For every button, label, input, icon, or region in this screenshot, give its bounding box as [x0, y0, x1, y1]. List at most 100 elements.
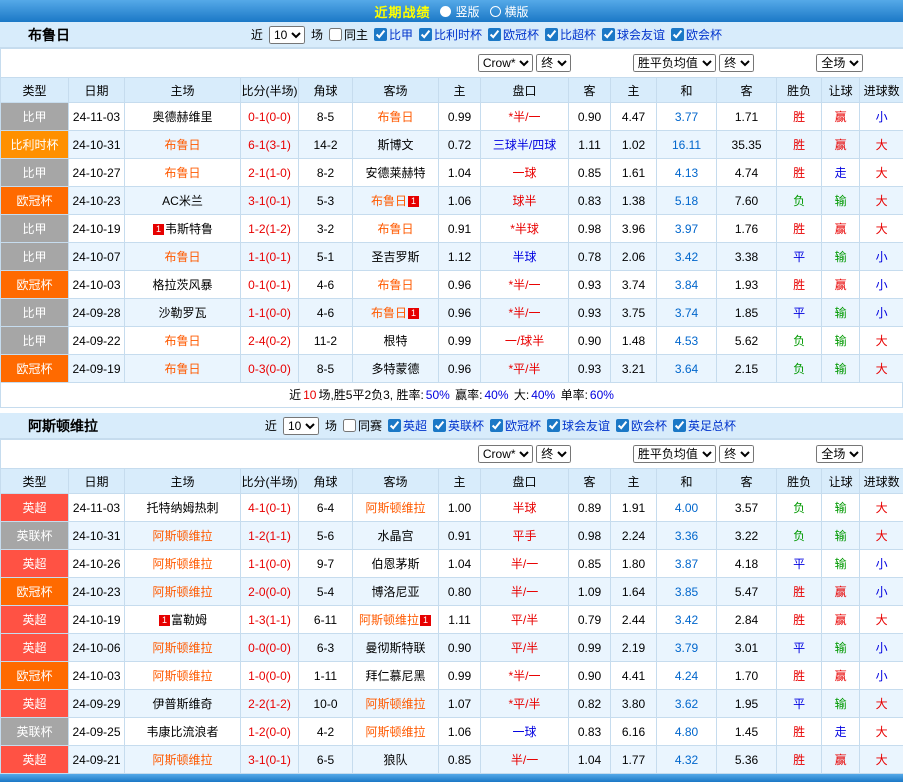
league-checkbox[interactable]: [673, 419, 686, 432]
avg-final-select[interactable]: 终: [719, 445, 754, 463]
league-filter[interactable]: 英联杯: [433, 417, 484, 434]
league-filter[interactable]: 欧会杯: [671, 26, 722, 43]
avg-odds-select[interactable]: 胜平负均值: [633, 445, 716, 463]
matches-label: 场: [311, 26, 323, 43]
record-summary: 近10场,胜5平2负3, 胜率:50% 赢率:40% 大:40% 单率:60%: [0, 383, 903, 408]
handicap-line: *半/一: [481, 103, 569, 131]
match-date: 24-09-19: [69, 355, 125, 383]
away-team-name: 布鲁日: [378, 278, 414, 292]
league-filter[interactable]: 比甲: [374, 26, 413, 43]
away-team: 圣吉罗斯: [353, 243, 439, 271]
match-row: 欧冠杯24-10-23阿斯顿维拉2-0(0-0)5-4博洛尼亚0.80半/一1.…: [1, 578, 903, 606]
match-row: 欧冠杯24-10-03阿斯顿维拉1-0(0-0)1-11拜仁慕尼黑0.99*半/…: [1, 662, 903, 690]
recent-count-select[interactable]: 10: [283, 417, 319, 435]
league-checkbox[interactable]: [374, 28, 387, 41]
away-team-name: 曼彻斯特联: [366, 641, 426, 655]
same-home-checkbox[interactable]: [329, 28, 342, 41]
league-checkbox[interactable]: [388, 419, 401, 432]
home-team-name: 韦康比流浪者: [146, 725, 218, 739]
avg-odds-select[interactable]: 胜平负均值: [633, 54, 716, 72]
league-checkbox[interactable]: [490, 419, 503, 432]
scope-select[interactable]: 全场: [816, 445, 863, 463]
match-result: 胜: [777, 271, 822, 299]
league-checkbox[interactable]: [602, 28, 615, 41]
avg-away-odds: 1.85: [717, 299, 777, 327]
match-result: 胜: [777, 131, 822, 159]
league-checkbox[interactable]: [433, 419, 446, 432]
home-odds: 0.96: [439, 299, 481, 327]
scope-select[interactable]: 全场: [816, 54, 863, 72]
matches-body: 比甲24-11-03奥德赫维里0-1(0-0)8-5布鲁日0.99*半/一0.9…: [1, 103, 903, 383]
league-label: 球会友谊: [617, 26, 665, 43]
match-result: 负: [777, 187, 822, 215]
odds-company-select[interactable]: Crow*: [478, 445, 533, 463]
layout-option-horizontal[interactable]: 横版: [490, 3, 529, 20]
home-team-name: 阿斯顿维拉: [152, 557, 212, 571]
league-filter[interactable]: 球会友谊: [602, 26, 665, 43]
league-filter[interactable]: 球会友谊: [547, 417, 610, 434]
avg-controls: 胜平负均值 终: [611, 440, 777, 469]
league-filter[interactable]: 比超杯: [545, 26, 596, 43]
league-checkbox[interactable]: [671, 28, 684, 41]
match-result: 负: [777, 522, 822, 550]
match-result: 平: [777, 690, 822, 718]
match-row: 比甲24-09-22布鲁日2-4(0-2)11-2根特0.99一/球半0.901…: [1, 327, 903, 355]
league-filters: 英超英联杯欧冠杯球会友谊欧会杯英足总杯: [388, 417, 736, 434]
away-odds: 0.78: [569, 243, 611, 271]
recent-count-select[interactable]: 10: [269, 26, 305, 44]
home-team: 阿斯顿维拉: [125, 522, 241, 550]
handicap-result: 赢: [822, 103, 860, 131]
matches-table: Crow* 终 胜平负均值 终 全场 类型 日期 主场 比分(半场) 角球 客场…: [0, 439, 903, 774]
layout-option-vertical[interactable]: 竖版: [440, 3, 479, 20]
recent-label: 近: [265, 417, 277, 434]
match-result: 胜: [777, 578, 822, 606]
handicap-result: 走: [822, 159, 860, 187]
league-checkbox[interactable]: [419, 28, 432, 41]
match-score: 4-1(0-1): [241, 494, 299, 522]
home-odds: 0.91: [439, 522, 481, 550]
top-title-bar: 近期战绩 竖版 横版: [0, 0, 903, 22]
league-checkbox[interactable]: [545, 28, 558, 41]
match-score: 2-4(0-2): [241, 327, 299, 355]
goals-result: 小: [860, 578, 903, 606]
red-card-badge: 1: [159, 615, 170, 626]
handicap-final-select[interactable]: 终: [536, 445, 571, 463]
goals-result: 大: [860, 215, 903, 243]
col-date: 日期: [69, 469, 125, 494]
match-score: 1-1(0-0): [241, 550, 299, 578]
handicap-final-select[interactable]: 终: [536, 54, 571, 72]
handicap-line: 半/一: [481, 746, 569, 774]
league-filter[interactable]: 英超: [388, 417, 427, 434]
same-competition-filter[interactable]: 同赛: [343, 417, 382, 434]
same-home-filter[interactable]: 同主: [329, 26, 368, 43]
avg-final-select[interactable]: 终: [719, 54, 754, 72]
summary-segment: 赢率:: [452, 388, 483, 402]
corner-score: 5-1: [299, 243, 353, 271]
home-team-name: 布鲁日: [164, 334, 200, 348]
league-type: 英联杯: [1, 718, 69, 746]
away-odds: 1.11: [569, 131, 611, 159]
odds-company-select[interactable]: Crow*: [478, 54, 533, 72]
league-filter[interactable]: 英足总杯: [673, 417, 736, 434]
corner-score: 6-11: [299, 606, 353, 634]
red-card-badge: 1: [408, 308, 419, 319]
avg-away-odds: 5.36: [717, 746, 777, 774]
corner-score: 6-3: [299, 634, 353, 662]
red-card-badge: 1: [153, 224, 164, 235]
handicap-line: 平手: [481, 522, 569, 550]
league-checkbox[interactable]: [616, 419, 629, 432]
match-score: 1-1(0-1): [241, 243, 299, 271]
same-competition-checkbox[interactable]: [343, 419, 356, 432]
league-filter[interactable]: 欧冠杯: [490, 417, 541, 434]
goals-result: 大: [860, 159, 903, 187]
league-filter[interactable]: 欧会杯: [616, 417, 667, 434]
league-filter[interactable]: 欧冠杯: [488, 26, 539, 43]
avg-home-odds: 1.02: [611, 131, 657, 159]
league-filter[interactable]: 比利时杯: [419, 26, 482, 43]
match-score: 2-0(0-0): [241, 578, 299, 606]
home-odds: 0.72: [439, 131, 481, 159]
home-team: 阿斯顿维拉: [125, 634, 241, 662]
league-checkbox[interactable]: [547, 419, 560, 432]
league-checkbox[interactable]: [488, 28, 501, 41]
home-team-name: 布鲁日: [164, 138, 200, 152]
